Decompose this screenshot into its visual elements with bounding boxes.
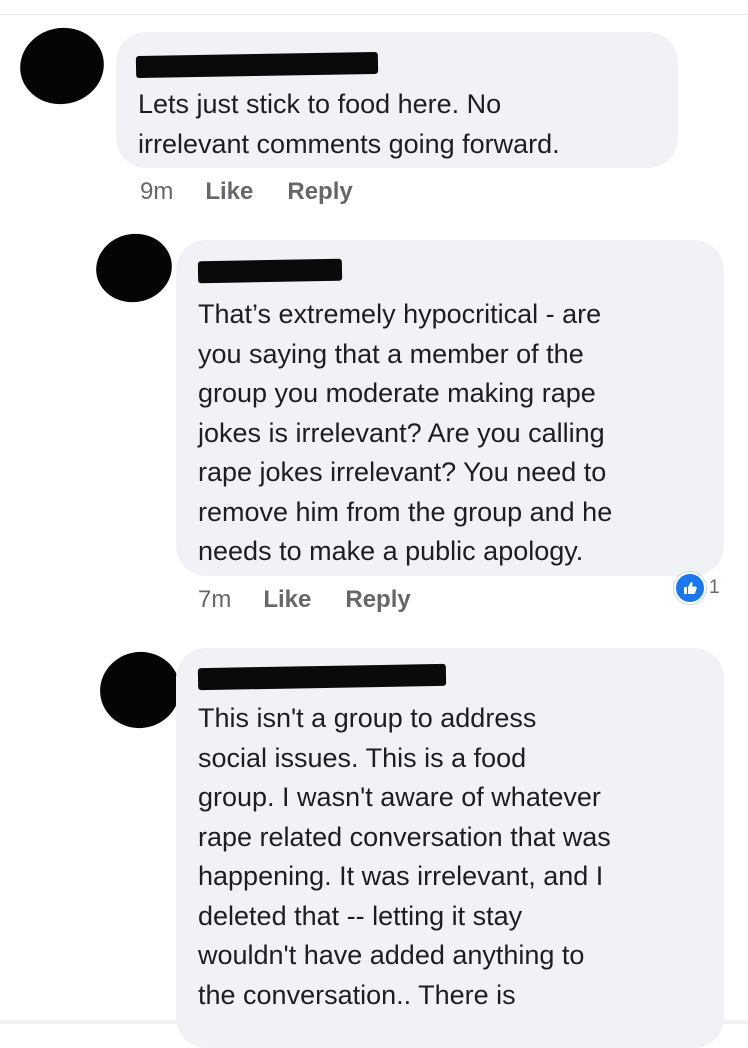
avatar[interactable] <box>89 226 179 310</box>
bottom-divider <box>0 1020 748 1024</box>
comment-timestamp[interactable]: 9m <box>140 178 173 206</box>
comment-text: That’s extremely hypocritical - are you … <box>198 299 613 566</box>
comment-text: This isn't a group to address social iss… <box>198 703 611 1010</box>
reply-button[interactable]: Reply <box>345 586 410 614</box>
comment-actions: 9m Like Reply <box>140 178 387 206</box>
thumbs-up-icon <box>674 572 706 604</box>
comment-bubble: Aiman Rizvi That’s extremely hypocritica… <box>176 240 724 576</box>
comment-actions: 7m Like Reply <box>198 586 445 614</box>
comment-timestamp[interactable]: 7m <box>198 586 231 614</box>
like-button[interactable]: Like <box>205 178 253 206</box>
comment-bubble: Ammar Habib Khan Lets just stick to food… <box>116 32 678 168</box>
top-divider <box>0 14 748 15</box>
reaction-summary[interactable]: 1 <box>674 572 720 604</box>
reply-button[interactable]: Reply <box>287 178 352 206</box>
comment-text: Lets just stick to food here. No irrelev… <box>138 89 560 159</box>
commenter-name[interactable]: Ammar Habib Khan <box>135 51 379 79</box>
commenter-name[interactable]: Aiman Rizvi <box>197 258 343 284</box>
reaction-count: 1 <box>709 577 720 598</box>
avatar[interactable] <box>92 644 188 736</box>
avatar[interactable] <box>13 20 111 112</box>
comment-bubble: Ammar Habib Khan This isn't a group to a… <box>176 648 724 1048</box>
like-button[interactable]: Like <box>263 586 311 614</box>
commenter-name[interactable]: Ammar Habib Khan <box>197 663 447 691</box>
